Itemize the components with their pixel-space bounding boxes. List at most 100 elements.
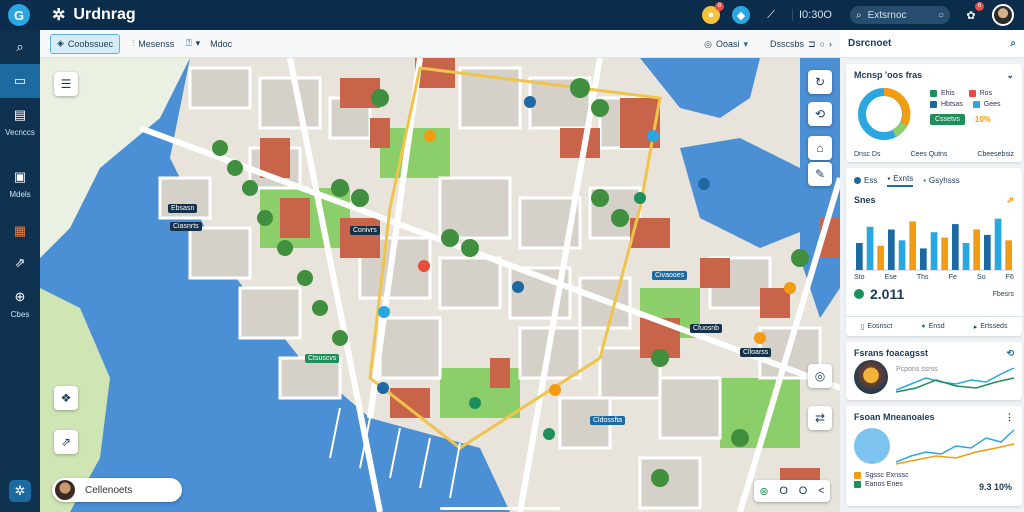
map-label[interactable]: Ctsuscvs — [305, 354, 340, 363]
menu-icon[interactable]: ☰ — [54, 72, 78, 96]
footer-text: Cbeesebsiz — [977, 151, 1014, 158]
layers-button[interactable]: ◈ Coobssuec — [50, 33, 120, 54]
map-canvas[interactable]: Ebsasn Ciasnrts Conivrs Ctsuscvs Civaooe… — [40, 58, 840, 512]
refresh-icon[interactable]: ⟲ — [1006, 348, 1014, 359]
footer-item[interactable]: ▸ Ertsseds — [974, 323, 1008, 331]
sidebar-item-folder[interactable]: ▭ — [0, 64, 40, 98]
card-footer: ▯ Eosnsct ● Ensd ▸ Ertsseds — [846, 316, 1022, 336]
map-label[interactable]: Cfuosnb — [690, 324, 723, 333]
bar — [994, 218, 1002, 270]
chart-title: Snes ⇗ — [846, 193, 1022, 206]
card-title-text: Fsoan Mneanoaies — [854, 412, 935, 422]
notification-icon[interactable]: ● 8 — [701, 2, 724, 24]
bar — [920, 248, 927, 270]
tab-label: Gsyhsss — [929, 176, 960, 185]
sidebar-item-map[interactable]: ▤ Vecnccs — [0, 102, 40, 138]
refresh-icon[interactable]: ⟲ — [808, 102, 832, 126]
zoom-in-button[interactable]: O — [799, 485, 808, 497]
user-location-pill[interactable]: Cellenoets — [52, 478, 182, 502]
search-icon: ⌕ — [16, 39, 24, 54]
sidebar-item-calendar[interactable]: ▦ — [0, 216, 40, 246]
tab-dot-icon: ▪ — [923, 176, 927, 185]
sidebar-item-search[interactable]: ⌕ — [0, 30, 40, 64]
toolbar-item-location[interactable]: ◎ Ooasi ▾ — [704, 39, 748, 50]
map-label[interactable]: Clloarss — [740, 348, 772, 357]
legend-swatch — [930, 101, 937, 108]
measure-icon[interactable]: ⇗ — [54, 430, 78, 454]
tab-ess[interactable]: Ess — [854, 174, 877, 187]
legend-item: Gees — [972, 101, 1001, 108]
toolbar-item-display[interactable]: Dsscsbs ⊐ ○ › — [770, 39, 832, 50]
bar — [898, 240, 906, 270]
swap-icon[interactable]: ⇄ — [808, 406, 832, 430]
footer-icon: ▯ — [860, 323, 865, 331]
footer-item[interactable]: ● Ensd — [921, 323, 944, 330]
legend-item: Eanos Enes — [854, 481, 909, 488]
chevron-down-icon[interactable]: ⌄ — [1006, 70, 1014, 81]
horizontal-scrollbar[interactable] — [440, 507, 560, 510]
layer-toggle-icon[interactable]: ❖ — [54, 386, 78, 410]
status-button[interactable]: Cssetvs — [930, 114, 965, 125]
brand: ✲ Urdnrag — [52, 5, 136, 25]
bar — [866, 226, 874, 270]
map-label[interactable]: Cldossfta — [590, 416, 626, 425]
search-icon[interactable]: ⌕ — [1010, 38, 1016, 49]
map-label[interactable]: Ebsasn — [168, 204, 198, 213]
sidebar-item-models[interactable]: ▣ Mdels — [0, 164, 40, 200]
sidebar-item-label: Vecnccs — [5, 127, 35, 137]
toolbar-item-mode[interactable]: ⍰ ▾ Mdoc — [186, 38, 232, 49]
expand-icon[interactable]: ⇗ — [1006, 195, 1014, 206]
bar — [888, 229, 895, 270]
alert-badge: 6 — [975, 2, 984, 11]
sidebar-item-label: Cbes — [10, 309, 30, 319]
trend-card: Fsrans foacagsst ⟲ Pcpons ssrss — [846, 342, 1022, 400]
tab-label: Exnts — [893, 174, 914, 183]
zoom-back-button[interactable]: < — [818, 485, 824, 497]
footer-icon: ▸ — [973, 323, 978, 331]
map-label[interactable]: Conivrs — [350, 226, 380, 235]
chat-icon[interactable]: ◆ — [731, 6, 750, 24]
chart-title-text: Snes — [854, 195, 876, 205]
zoom-controls: ⊛ O O < — [754, 480, 830, 502]
zoom-out-button[interactable]: O — [779, 485, 788, 497]
tick-label: Sto — [854, 274, 865, 281]
pin-icon[interactable]: ⟋ — [762, 6, 780, 24]
area-chart — [896, 429, 1015, 465]
tab-events[interactable]: ▪ Exnts — [887, 174, 914, 187]
forward-icon: › — [829, 39, 832, 49]
search-input[interactable]: ⌕ Extsrnoc ○ — [850, 6, 950, 24]
home-icon[interactable]: ⌂ — [808, 136, 832, 160]
rotate-icon[interactable]: ↻ — [808, 70, 832, 94]
user-avatar — [55, 480, 75, 500]
sidebar-item-settings[interactable]: ✲ — [0, 478, 40, 504]
locate-icon[interactable]: ◎ — [808, 364, 832, 388]
external-icon: ⇗ — [14, 255, 26, 270]
tab-graphs[interactable]: ▪ Gsyhsss — [923, 174, 960, 187]
map-label[interactable]: Ciasnrts — [170, 222, 202, 231]
search-clear-icon[interactable]: ○ — [938, 10, 944, 21]
footer-text: Cees Qutns — [910, 151, 948, 158]
info-icon[interactable]: ⋮ — [1005, 412, 1014, 423]
donut-chart — [858, 87, 911, 140]
stat-row: 2.011 Fbesrs — [854, 286, 1014, 302]
app-logo[interactable]: G — [8, 4, 30, 26]
footer-text: Dnsc Ds — [854, 151, 881, 158]
legend-item: Sgssc Exnssc — [854, 472, 909, 479]
bar-chart — [854, 218, 1014, 271]
legend-item: Ros — [968, 90, 992, 97]
layers-button-label: Coobssuec — [67, 38, 113, 49]
settings-icon[interactable]: ✿ 6 — [962, 2, 984, 24]
map-graphic — [40, 58, 840, 512]
legend-swatch — [854, 472, 861, 479]
footer-text: Ensd — [928, 323, 945, 330]
edit-icon[interactable]: ✎ — [808, 162, 832, 186]
user-name: Cellenoets — [85, 484, 133, 496]
gps-icon[interactable]: ⊛ — [759, 485, 768, 498]
user-avatar[interactable] — [992, 4, 1014, 26]
footer-item[interactable]: ▯ Eosnsct — [861, 323, 893, 331]
sidebar-item-globe[interactable]: ⊕ Cbes — [0, 282, 40, 322]
map-label[interactable]: Civaooes — [652, 271, 688, 280]
sidebar-item-external[interactable]: ⇗ — [0, 248, 40, 278]
layers-icon: ◈ — [57, 38, 64, 48]
toolbar-item-messages[interactable]: ⫶ Mesenss — [132, 38, 174, 49]
